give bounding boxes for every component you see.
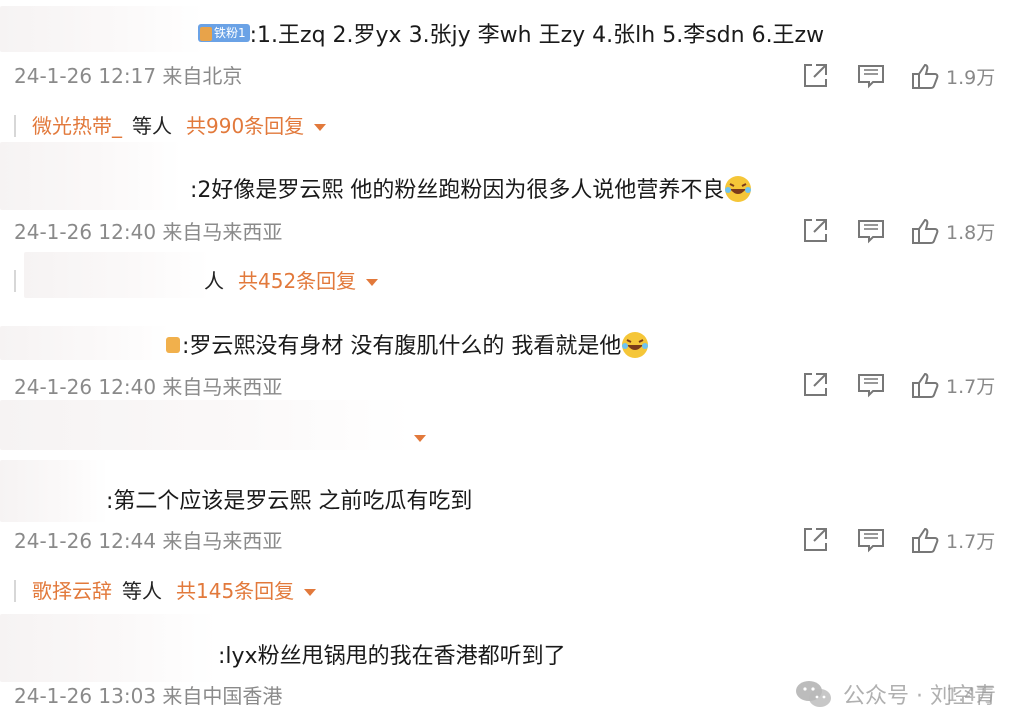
reply-etc-label: 等人 (122, 579, 162, 603)
like-count: 1.7万 (946, 375, 996, 398)
like-button[interactable]: 1.9万 (910, 61, 1002, 91)
comment-text: :第二个应该是罗云熙 之前吃瓜有吃到 (106, 489, 473, 514)
partial-emoji-icon (164, 331, 182, 359)
reply-divider (14, 115, 16, 137)
comment-timestamp: 24-1-26 13:03 来自中国香港 (14, 684, 283, 708)
reply-username[interactable]: 歌择云辞 (32, 577, 112, 605)
badge-icon (200, 26, 212, 41)
chevron-down-icon[interactable] (304, 589, 317, 596)
comment-icon[interactable] (856, 61, 886, 91)
reply-etc-label: 等人 (132, 114, 172, 138)
share-icon[interactable] (800, 525, 830, 555)
comment-timestamp: 24-1-26 12:44 来自马来西亚 (14, 529, 283, 553)
reply-etc-label: 人 (204, 269, 224, 293)
chevron-down-icon[interactable] (366, 279, 379, 286)
avatar-username-redacted (0, 614, 216, 682)
comment-text: 铁粉1:1.王zq 2.罗yx 3.张jy 李wh 王zy 4.张lh 5.李s… (198, 21, 824, 51)
watermark-text: 公众号 · 刘空青 (843, 684, 996, 709)
comment-timestamp: 24-1-26 12:40 来自马来西亚 (14, 220, 283, 244)
comment-text: :2好像是罗云熙 他的粉丝跑粉因为很多人说他营养不良 (190, 176, 752, 206)
reply-username[interactable]: 微光热带_ (32, 112, 122, 140)
share-icon[interactable] (800, 61, 830, 91)
reply-thread-redacted (0, 400, 412, 450)
reply-count[interactable]: 共990条回复 (186, 112, 304, 140)
watermark: 公众号 · 刘空青 (795, 678, 996, 710)
like-count: 1.9万 (946, 66, 996, 89)
like-button[interactable]: 1.7万 (910, 525, 1002, 555)
chevron-down-icon[interactable] (414, 435, 426, 442)
comment-actions: 1.8万 (800, 216, 1002, 246)
thumbs-up-icon (910, 61, 940, 91)
like-count: 1.8万 (946, 221, 996, 244)
share-icon[interactable] (800, 216, 830, 246)
laughing-tears-emoji (724, 175, 752, 203)
comment-actions: 1.9万 (800, 61, 1002, 91)
reply-divider (14, 580, 16, 602)
reply-thread-link[interactable]: 人 共452条回复 (14, 267, 379, 295)
reply-count[interactable]: 共452条回复 (238, 267, 356, 295)
like-count: 1.7万 (946, 530, 996, 553)
chevron-down-icon[interactable] (314, 124, 327, 131)
avatar-username-redacted (0, 6, 204, 52)
reply-divider (14, 270, 16, 292)
reply-thread-link[interactable]: 歌择云辞 等人 共145条回复 (14, 577, 317, 605)
comment-timestamp: 24-1-26 12:17 来自北京 (14, 64, 243, 88)
fan-badge: 铁粉1 (198, 24, 250, 42)
thumbs-up-icon (910, 216, 940, 246)
laughing-tears-emoji (621, 331, 649, 359)
reply-thread-link[interactable]: 微光热带_ 等人 共990条回复 (14, 112, 327, 140)
comment-text: :lyx粉丝甩锅甩的我在香港都听到了 (218, 644, 566, 669)
wechat-logo-icon (795, 679, 833, 709)
avatar-username-redacted (0, 142, 182, 210)
comment-icon[interactable] (856, 525, 886, 555)
comment-actions: 1.7万 (800, 525, 1002, 555)
comment-icon[interactable] (856, 370, 886, 400)
comment-text: :罗云熙没有身材 没有腹肌什么的 我看就是他 (164, 332, 649, 362)
thumbs-up-icon (910, 525, 940, 555)
comment-timestamp: 24-1-26 12:40 来自马来西亚 (14, 375, 283, 399)
comment-actions: 1.7万 (800, 370, 1002, 400)
thumbs-up-icon (910, 370, 940, 400)
like-button[interactable]: 1.8万 (910, 216, 1002, 246)
comment-icon[interactable] (856, 216, 886, 246)
avatar-username-redacted (0, 460, 108, 522)
reply-count[interactable]: 共145条回复 (176, 577, 294, 605)
share-icon[interactable] (800, 370, 830, 400)
like-button[interactable]: 1.7万 (910, 370, 1002, 400)
avatar-username-redacted (0, 326, 170, 360)
